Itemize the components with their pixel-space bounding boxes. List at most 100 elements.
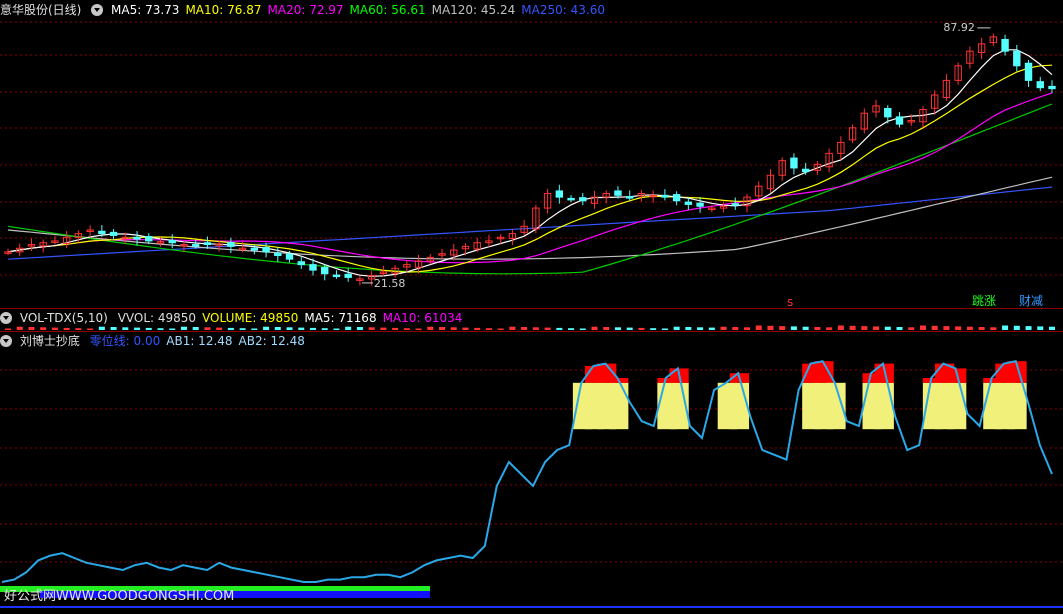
volume-bar — [415, 328, 422, 330]
volume-bar — [98, 326, 105, 330]
volume-bar — [591, 326, 598, 330]
volume-bar — [192, 327, 199, 330]
volume-bar — [837, 325, 844, 330]
settings-dropdown-icon[interactable] — [91, 4, 104, 16]
indicator-values: 零位线: 0.00 AB1: 12.48 AB2: 12.48 — [90, 334, 311, 348]
volume-title: VOL-TDX(5,10) — [19, 311, 108, 325]
high-price-label: 87.92 — [943, 21, 975, 34]
volume-bar — [802, 326, 809, 330]
vol-value-0: VVOL: 49850 — [117, 311, 197, 325]
candle-body — [344, 273, 352, 278]
volume-bar — [614, 327, 621, 330]
volume-bar — [485, 328, 492, 330]
volume-bar — [720, 326, 727, 330]
candle-body — [884, 107, 892, 118]
ab-line — [1, 360, 1053, 583]
volume-bar — [826, 327, 833, 330]
yellow-zone — [874, 382, 894, 430]
volume-bar — [744, 327, 751, 330]
volume-bar — [333, 328, 340, 330]
volume-bar — [1002, 325, 1009, 330]
volume-panel[interactable]: VOL-TDX(5,10) VVOL: 49850 VOLUME: 49850 MA… — [0, 309, 1063, 331]
volume-bar — [568, 328, 575, 330]
volume-bar — [767, 325, 774, 330]
volume-dropdown-icon[interactable] — [0, 312, 12, 324]
volume-bar — [180, 326, 187, 330]
volume-bar — [650, 328, 657, 330]
candle-body — [1001, 38, 1009, 52]
volume-bar — [251, 328, 258, 330]
candle-body — [285, 253, 294, 260]
volume-bar — [626, 327, 633, 330]
indicator-panel-header: 刘博士抄底 零位线: 0.00 AB1: 12.48 AB2: 12.48 — [0, 333, 317, 349]
candle-body — [1013, 50, 1021, 67]
candle-body — [332, 274, 341, 278]
volume-bar — [40, 327, 47, 330]
volume-bar — [732, 327, 739, 330]
volume-bar — [380, 327, 387, 330]
candle-body — [203, 242, 212, 246]
candle-body — [1036, 81, 1044, 89]
volume-bar — [873, 326, 880, 330]
indicator-chart[interactable] — [0, 332, 1063, 614]
volume-bar — [134, 327, 141, 330]
ma-value-3: MA60: 56.61 — [349, 3, 426, 17]
volume-bar — [521, 327, 528, 330]
vol-value-3: MA10: 61034 — [382, 311, 463, 325]
volume-bar — [509, 326, 516, 330]
candle-body — [672, 194, 681, 202]
candle-body — [109, 231, 118, 236]
ma-value-0: MA5: 73.73 — [111, 3, 180, 17]
volume-bar — [697, 327, 704, 330]
volume-bar — [321, 328, 328, 330]
volume-bar — [908, 327, 915, 330]
indicator-dropdown-icon[interactable] — [0, 335, 12, 347]
volume-bar — [51, 327, 58, 330]
volume-bar — [931, 325, 938, 330]
volume-bar — [216, 327, 223, 330]
volume-bar — [450, 327, 457, 330]
volume-bar — [298, 327, 305, 330]
indicator-title: 刘博士抄底 — [19, 334, 80, 348]
yellow-zone — [947, 382, 967, 430]
volume-bar — [1049, 326, 1055, 330]
vol-value-1: VOLUME: 49850 — [202, 311, 299, 325]
volume-bar — [990, 327, 997, 330]
indicator-panel[interactable]: 刘博士抄底 零位线: 0.00 AB1: 12.48 AB2: 12.48 — [0, 332, 1063, 614]
candlestick-chart[interactable]: 87.92 21.58 s 跳涨 财减 — [0, 0, 1063, 308]
volume-bar — [861, 326, 868, 330]
ma-value-2: MA20: 72.97 — [267, 3, 344, 17]
main-chart-panel[interactable]: 意华股份(日线) MA5: 73.73 MA10: 76.87 MA20: 72.9… — [0, 0, 1063, 308]
volume-bar — [87, 328, 94, 330]
volume-bar — [1025, 326, 1032, 330]
volume-bar — [896, 327, 903, 330]
volume-bar — [544, 327, 551, 330]
volume-bar — [779, 326, 786, 330]
ma-value-5: MA250: 43.60 — [521, 3, 605, 17]
candle-body — [191, 244, 200, 247]
volume-bar — [1037, 326, 1044, 330]
volume-bar — [919, 325, 926, 330]
volume-bar — [5, 328, 11, 330]
main-panel-header: 意华股份(日线) MA5: 73.73 MA10: 76.87 MA20: 72.9… — [0, 2, 617, 18]
volume-bar — [169, 328, 176, 330]
volume-bar — [345, 326, 352, 330]
candle-body — [1048, 85, 1056, 90]
volume-bar — [603, 327, 610, 330]
low-price-label: 21.58 — [374, 277, 406, 290]
candle-body — [250, 247, 259, 251]
candle-body — [626, 196, 634, 199]
volume-bar — [239, 328, 246, 330]
volume-bar — [943, 326, 950, 330]
volume-bar — [227, 327, 234, 330]
yellow-zone — [609, 382, 629, 430]
candle-body — [227, 242, 235, 247]
candle-body — [731, 203, 739, 206]
volume-bar — [708, 327, 715, 330]
volume-bar — [474, 327, 481, 330]
candle-body — [567, 197, 575, 201]
volume-bar — [814, 327, 821, 330]
candle-body — [262, 246, 270, 253]
volume-bar — [497, 328, 504, 330]
ind-value-2: AB2: 12.48 — [238, 334, 305, 348]
